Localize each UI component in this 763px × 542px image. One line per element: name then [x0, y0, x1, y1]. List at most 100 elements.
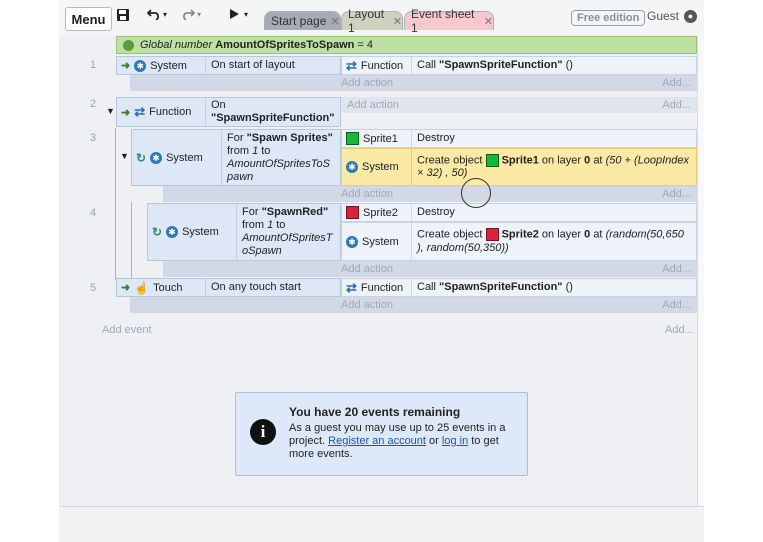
- condition-object-label: Touch: [153, 281, 183, 294]
- action-object: Sprite1: [342, 130, 412, 147]
- add-action-row[interactable]: Add action Add...: [163, 186, 697, 202]
- action-object-label: System: [362, 235, 399, 248]
- action-object-label: Sprite2: [363, 206, 398, 219]
- add-link[interactable]: Add...: [662, 77, 691, 89]
- add-action-link[interactable]: Add action: [341, 188, 393, 200]
- event-2-condition[interactable]: ➜ ⇄ Function On "SpawnSpriteFunction": [116, 97, 341, 127]
- free-edition-button[interactable]: Free edition: [571, 10, 646, 26]
- add-link[interactable]: Add...: [662, 263, 691, 275]
- tab-label: Event sheet 1: [411, 7, 475, 35]
- condition-text: For "SpawnRed" from 1 to AmountOfSprites…: [237, 206, 332, 258]
- add-link[interactable]: Add...: [662, 99, 691, 111]
- notice-body: As a guest you may use up to 25 events i…: [289, 422, 517, 461]
- action-bold: "SpawnSpriteFunction": [439, 59, 563, 71]
- menu-button[interactable]: Menu: [65, 7, 112, 31]
- close-icon[interactable]: ✕: [330, 15, 339, 28]
- to-value: oSpawn: [242, 245, 282, 257]
- event-5-condition[interactable]: ➜ ☝ Touch On any touch start: [116, 278, 341, 297]
- cursor-highlight: [461, 178, 491, 208]
- add-action-row[interactable]: Add action Add...: [130, 75, 697, 91]
- add-action-link[interactable]: Add action: [341, 77, 393, 89]
- from-value: 1: [267, 219, 274, 231]
- loop-name: "Spawn Sprites": [246, 131, 333, 144]
- condition-text: On "SpawnSpriteFunction": [206, 99, 335, 125]
- event-number: 3: [89, 132, 97, 144]
- global-variable[interactable]: Global number AmountOfSpritesToSpawn = 4: [116, 36, 697, 54]
- action-object: ✱ System: [342, 223, 412, 260]
- add-link[interactable]: Add...: [662, 299, 691, 311]
- action-text: Destroy: [417, 206, 455, 218]
- collapse-icon[interactable]: ▼: [106, 106, 115, 116]
- redo-icon[interactable]: ▾: [181, 8, 201, 20]
- add-action-row[interactable]: Add action Add...: [163, 261, 697, 277]
- position-expression: (50 + (LoopIndex: [605, 154, 690, 167]
- add-action-row[interactable]: Add action Add...: [130, 297, 697, 313]
- function-icon: ⇄: [346, 279, 357, 295]
- close-icon[interactable]: ✕: [484, 15, 493, 28]
- for-prefix: For: [242, 206, 259, 218]
- event-3-action-2[interactable]: ✱ System Create object Sprite1 on layer 0…: [341, 148, 697, 186]
- save-icon[interactable]: [116, 8, 130, 22]
- action-text: Create object Sprite2 on layer 0 at (ran…: [412, 228, 684, 254]
- add-link[interactable]: Add...: [665, 324, 694, 336]
- redo-dropdown-icon[interactable]: ▾: [197, 10, 201, 19]
- add-action-row[interactable]: Add action Add...: [341, 97, 697, 113]
- action-bold: "SpawnSpriteFunction": [439, 281, 563, 293]
- sprite2-icon: [485, 228, 499, 242]
- login-link[interactable]: log in: [442, 435, 468, 447]
- event-1-action[interactable]: ⇄ Function Call "SpawnSpriteFunction" (): [341, 56, 697, 75]
- condition-object-label: System: [150, 59, 187, 72]
- tab-layout-1[interactable]: Layout 1 ✕: [341, 7, 403, 35]
- from-word: from: [227, 144, 249, 157]
- collapse-icon[interactable]: ▼: [120, 151, 129, 161]
- action-at: at: [593, 228, 603, 241]
- add-action-link[interactable]: Add action: [347, 99, 399, 111]
- undo-icon[interactable]: ▾: [147, 8, 167, 20]
- play-icon[interactable]: ▾: [228, 8, 248, 20]
- action-prefix: Call: [417, 59, 436, 71]
- undo-dropdown-icon[interactable]: ▾: [163, 10, 167, 19]
- tab-start-page[interactable]: Start page ✕: [264, 11, 341, 30]
- condition-line: "SpawnSpriteFunction": [211, 112, 335, 124]
- event-4-action-1[interactable]: Sprite2 Destroy: [341, 203, 697, 222]
- event-number: 1: [89, 59, 97, 71]
- status-bar: [59, 506, 704, 542]
- action-object: ✱ System: [342, 149, 412, 185]
- close-icon[interactable]: ✕: [393, 15, 402, 28]
- action-object-label: Function: [360, 281, 404, 294]
- action-text: Destroy: [417, 132, 455, 144]
- add-action-link[interactable]: Add action: [341, 299, 393, 311]
- event-4-condition[interactable]: ↻ ✱ System For "SpawnRed" from 1 to Amount…: [147, 203, 341, 261]
- event-4-action-2[interactable]: ✱ System Create object Sprite2 on layer 0…: [341, 222, 697, 261]
- gear-icon: ✱: [166, 226, 179, 238]
- gear-icon: ✱: [134, 59, 147, 72]
- condition-object: ↻ ✱ System: [148, 204, 237, 260]
- guest-label: Guest: [647, 9, 680, 23]
- toolbar: Menu ▾ ▾ ▾ Start page ✕ Layout 1 ✕ Event s…: [59, 0, 704, 37]
- guest-account[interactable]: Guest ●: [647, 9, 698, 23]
- construct-editor: Menu ▾ ▾ ▾ Start page ✕ Layout 1 ✕ Event s…: [59, 0, 704, 542]
- condition-object: ➜ ⇄ Function: [117, 98, 206, 126]
- global-var-value: = 4: [357, 39, 374, 51]
- user-icon: ●: [684, 9, 698, 23]
- condition-object: ↻ ✱ System: [132, 130, 222, 185]
- sprite-name: Sprite1: [501, 154, 539, 167]
- condition-text: On any touch start: [211, 281, 301, 293]
- add-link[interactable]: Add...: [662, 188, 691, 200]
- play-dropdown-icon[interactable]: ▾: [244, 10, 248, 19]
- to-value: AmountOfSpritesT: [242, 232, 333, 244]
- add-action-link[interactable]: Add action: [341, 263, 393, 275]
- event-3-condition[interactable]: ↻ ✱ System For "Spawn Sprites" from 1 to A…: [131, 129, 341, 186]
- add-event-link[interactable]: Add event: [102, 324, 152, 336]
- tab-event-sheet-1[interactable]: Event sheet 1 ✕: [404, 7, 494, 35]
- tab-label: Layout 1: [348, 7, 385, 35]
- action-prefix: Create object: [417, 154, 483, 167]
- register-link[interactable]: Register an account: [328, 435, 426, 447]
- event-5-action[interactable]: ⇄ Function Call "SpawnSpriteFunction" (): [341, 278, 697, 297]
- action-middle: on layer: [541, 154, 582, 167]
- event-3-action-1[interactable]: Sprite1 Destroy: [341, 129, 697, 148]
- action-text: Create object Sprite1 on layer 0 at (50 …: [412, 153, 690, 180]
- notice-title: You have 20 events remaining: [289, 405, 461, 419]
- event-1-condition[interactable]: ➜ ✱ System On start of layout: [116, 56, 341, 75]
- events-remaining-notice: i You have 20 events remaining As a gues…: [235, 392, 528, 476]
